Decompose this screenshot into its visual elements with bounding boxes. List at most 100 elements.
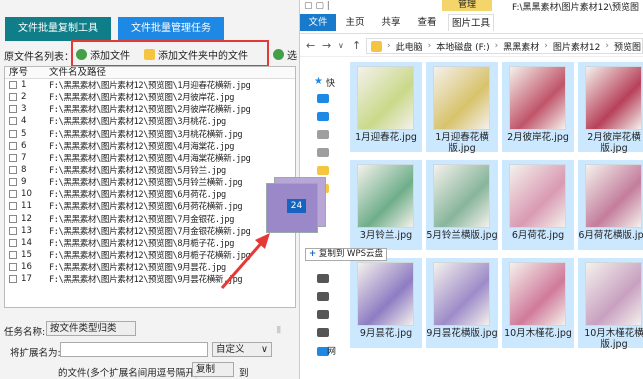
- select-button[interactable]: 选: [273, 46, 297, 62]
- image-thumbnail: [357, 262, 414, 326]
- row-checkbox[interactable]: [9, 141, 17, 150]
- tab-share[interactable]: 共享: [374, 14, 408, 31]
- folder-icon: [371, 40, 382, 52]
- action-select[interactable]: 复制: [192, 362, 234, 377]
- document-icon[interactable]: [317, 130, 329, 139]
- table-row[interactable]: 10 F:\黑黑素材\图片素材12\预览图\6月荷花.jpg: [5, 188, 295, 200]
- drive-icon[interactable]: [317, 292, 329, 301]
- row-number-cell: 3: [5, 104, 49, 114]
- row-number-cell: 12: [5, 214, 49, 224]
- ext-mode-select[interactable]: 自定义 ∨: [212, 342, 272, 357]
- row-checkbox[interactable]: [9, 178, 17, 187]
- task-name-select[interactable]: 按文件类型归类: [46, 321, 136, 336]
- table-row[interactable]: 13 F:\黑黑素材\图片素材12\预览图\7月金银花横新.jpg: [5, 225, 295, 237]
- row-path: F:\黑黑素材\图片素材12\预览图\2月彼岸花.jpg: [49, 93, 234, 104]
- breadcrumb-item[interactable]: 此电脑: [396, 40, 423, 53]
- tab-home[interactable]: 主页: [338, 14, 372, 31]
- file-tile[interactable]: 1月迎春花.jpg: [350, 62, 422, 152]
- drive-icon[interactable]: [317, 310, 329, 319]
- row-checkbox[interactable]: [9, 275, 17, 284]
- drive-icon[interactable]: [317, 328, 329, 337]
- table-row[interactable]: 4 F:\黑黑素材\图片素材12\预览图\3月桃花.jpg: [5, 115, 295, 127]
- file-tile[interactable]: 6月荷花.jpg: [502, 160, 574, 250]
- ext-hint: 的文件(多个扩展名间用逗号隔开): [58, 368, 199, 379]
- file-tile[interactable]: 10月木槿花.jpg: [502, 258, 574, 348]
- separator-icon: ›: [544, 41, 548, 51]
- table-row[interactable]: 17 F:\黑黑素材\图片素材12\预览图\9月昙花横新.jpg: [5, 273, 295, 285]
- desktop-icon[interactable]: [317, 94, 329, 103]
- table-row[interactable]: 11 F:\黑黑素材\图片素材12\预览图\6月荷花横新.jpg: [5, 200, 295, 212]
- file-tile[interactable]: 9月昙花横版.jpg: [426, 258, 498, 348]
- star-icon[interactable]: ★: [314, 76, 323, 87]
- nav-quick-access[interactable]: 快: [326, 76, 335, 89]
- table-row[interactable]: 2 F:\黑黑素材\图片素材12\预览图\2月彼岸花.jpg: [5, 91, 295, 103]
- document-icon[interactable]: [317, 148, 329, 157]
- row-checkbox[interactable]: [9, 251, 17, 260]
- file-name: 9月昙花横版.jpg: [426, 328, 498, 339]
- row-number: 17: [21, 274, 32, 285]
- row-checkbox[interactable]: [9, 166, 17, 175]
- tab-file[interactable]: 文件: [300, 14, 336, 31]
- row-checkbox[interactable]: [9, 105, 17, 114]
- file-tile[interactable]: 9月昙花.jpg: [350, 258, 422, 348]
- breadcrumb-item[interactable]: 预览图: [614, 40, 641, 53]
- row-checkbox[interactable]: [9, 153, 17, 162]
- row-checkbox[interactable]: [9, 81, 17, 90]
- row-checkbox[interactable]: [9, 202, 17, 211]
- ext-mode-value: 自定义: [216, 344, 245, 355]
- table-row[interactable]: 8 F:\黑黑素材\图片素材12\预览图\5月铃兰.jpg: [5, 164, 295, 176]
- row-checkbox[interactable]: [9, 129, 17, 138]
- breadcrumb-item[interactable]: 图片素材12: [553, 40, 600, 53]
- file-tile[interactable]: 10月木槿花横版.jpg: [578, 258, 643, 350]
- file-tile[interactable]: 1月迎春花横版.jpg: [426, 62, 498, 154]
- table-row[interactable]: 12 F:\黑黑素材\图片素材12\预览图\7月金银花.jpg: [5, 213, 295, 225]
- breadcrumb-item[interactable]: 本地磁盘 (F:): [436, 40, 489, 53]
- tooltip-target: WPS云盘: [347, 249, 383, 259]
- row-path: F:\黑黑素材\图片素材12\预览图\4月海棠花横新.jpg: [49, 153, 251, 164]
- row-checkbox[interactable]: [9, 93, 17, 102]
- file-tile[interactable]: 2月彼岸花.jpg: [502, 62, 574, 152]
- row-checkbox[interactable]: [9, 263, 17, 272]
- back-icon[interactable]: ←: [306, 39, 315, 52]
- row-number-cell: 14: [5, 238, 49, 248]
- tab-picture-tools[interactable]: 图片工具: [448, 14, 494, 31]
- chevron-down-icon[interactable]: ∨: [338, 41, 344, 50]
- file-tile[interactable]: 6月荷花横版.jpg: [578, 160, 643, 250]
- table-row[interactable]: 16 F:\黑黑素材\图片素材12\预览图\9月昙花.jpg: [5, 261, 295, 273]
- row-checkbox[interactable]: [9, 238, 17, 247]
- ext-input[interactable]: [60, 342, 208, 357]
- row-number-cell: 11: [5, 201, 49, 211]
- table-row[interactable]: 5 F:\黑黑素材\图片素材12\预览图\3月桃花横新.jpg: [5, 128, 295, 140]
- file-list-table[interactable]: 序号 文件名及路径 1 F:\黑黑素材\图片素材12\预览图\1月迎春花横新.jp…: [4, 66, 296, 308]
- table-row[interactable]: 7 F:\黑黑素材\图片素材12\预览图\4月海棠花横新.jpg: [5, 152, 295, 164]
- row-checkbox[interactable]: [9, 117, 17, 126]
- nav-network[interactable]: 网: [327, 344, 336, 357]
- tab-batch-copy[interactable]: 文件批量复制工具: [5, 17, 111, 41]
- table-row[interactable]: 1 F:\黑黑素材\图片素材12\预览图\1月迎春花横新.jpg: [5, 79, 295, 91]
- breadcrumb[interactable]: › 此电脑 › 本地磁盘 (F:) › 黑黑素材 › 图片素材12 › 预览图: [366, 38, 643, 54]
- row-number: 14: [21, 237, 32, 248]
- to-label: 到: [239, 368, 249, 379]
- tab-view[interactable]: 查看: [410, 14, 444, 31]
- tab-manage[interactable]: 管理: [442, 0, 492, 11]
- row-checkbox[interactable]: [9, 214, 17, 223]
- file-name: 1月迎春花.jpg: [355, 132, 417, 143]
- forward-icon[interactable]: →: [322, 39, 331, 52]
- tab-batch-manage[interactable]: 文件批量管理任务: [118, 17, 224, 41]
- table-row[interactable]: 9 F:\黑黑素材\图片素材12\预览图\5月铃兰横新.jpg: [5, 176, 295, 188]
- table-row[interactable]: 14 F:\黑黑素材\图片素材12\预览图\8月栀子花.jpg: [5, 237, 295, 249]
- row-checkbox[interactable]: [9, 190, 17, 199]
- table-row[interactable]: 6 F:\黑黑素材\图片素材12\预览图\4月海棠花.jpg: [5, 140, 295, 152]
- row-checkbox[interactable]: [9, 226, 17, 235]
- file-tile[interactable]: 3月铃兰.jpg: [350, 160, 422, 250]
- up-icon[interactable]: ↑: [352, 39, 361, 52]
- folder-icon[interactable]: [317, 166, 329, 175]
- drive-icon[interactable]: [317, 274, 329, 283]
- download-icon[interactable]: [317, 112, 329, 121]
- file-tile[interactable]: 5月铃兰横版.jpg: [426, 160, 498, 250]
- file-tile[interactable]: 2月彼岸花横版.jpg: [578, 62, 643, 154]
- image-thumbnail: [433, 66, 490, 130]
- table-row[interactable]: 15 F:\黑黑素材\图片素材12\预览图\8月栀子花横新.jpg: [5, 249, 295, 261]
- table-row[interactable]: 3 F:\黑黑素材\图片素材12\预览图\2月彼岸花横新.jpg: [5, 103, 295, 115]
- breadcrumb-item[interactable]: 黑黑素材: [503, 40, 539, 53]
